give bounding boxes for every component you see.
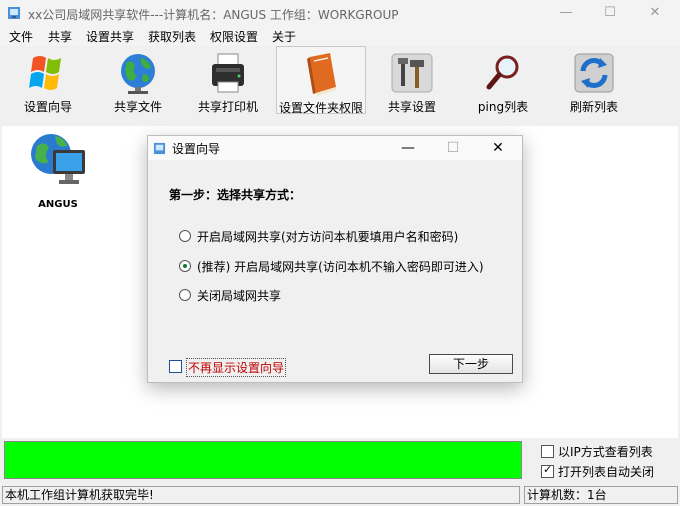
checkbox-box[interactable] [169,360,182,373]
dialog-maximize-button[interactable]: ☐ [431,136,475,160]
windows-logo-icon [29,56,61,90]
title-bar: xx公司局域网共享软件---计算机名：ANGUS 工作组：WORKGROUP —… [0,0,680,26]
radio-circle[interactable] [179,230,191,242]
dialog-minimize-button[interactable]: — [386,136,430,160]
option-share-no-password[interactable]: (推荐) 开启局域网共享(访问本机不输入密码即可进入) [179,258,509,274]
toolbar-label: 设置文件夹权限 [278,101,363,115]
step-heading: 第一步：选择共享方式： [169,188,302,202]
checkbox-box[interactable] [541,445,554,458]
progress-fill [5,442,521,478]
ping-list-button[interactable]: ping列表 [468,46,538,116]
computer-item[interactable]: ANGUS [22,130,94,210]
globe-icon [121,54,155,94]
radio-circle[interactable] [179,289,191,301]
maximize-button[interactable]: ☐ [587,0,633,26]
book-icon [307,53,337,96]
folder-permission-button[interactable]: 设置文件夹权限 [276,46,366,115]
dialog-title: 设置向导 [172,142,221,156]
dialog-close-button[interactable]: ✕ [476,136,520,160]
share-settings-button[interactable]: 共享设置 [378,46,446,116]
status-message: 本机工作组计算机获取完毕! [2,486,520,504]
toolbar: 设置向导 共享文件 共享打印机 设置文件夹权限 共享设置 ping列表 刷新列表 [0,46,680,126]
dont-show-again-checkbox[interactable]: 不再显示设置向导 [169,358,329,377]
printer-icon [212,53,244,93]
option-label: 关闭局域网共享 [197,289,282,303]
toolbar-label: 共享打印机 [197,100,258,114]
menu-permissions[interactable]: 权限设置 [210,28,258,45]
checkbox-label: 不再显示设置向导 [186,358,287,377]
toolbar-label: 共享文件 [113,100,162,114]
checkbox-box-checked[interactable] [541,463,554,478]
computer-name: ANGUS [38,199,78,210]
progress-bar [4,441,522,479]
magnifier-icon [486,55,519,90]
checkbox-label: 以IP方式查看列表 [558,445,653,459]
toolbar-label: ping列表 [477,100,529,114]
status-bar: 本机工作组计算机获取完毕! 计算机数：1台 [0,484,680,506]
tools-icon [391,53,433,93]
menu-share-settings[interactable]: 设置共享 [86,28,134,45]
share-printer-button[interactable]: 共享打印机 [194,46,262,116]
refresh-icon [574,53,614,93]
close-button[interactable]: ✕ [632,0,678,26]
toolbar-label: 设置向导 [23,100,72,114]
menu-bar: 文件 共享 设置共享 获取列表 权限设置 关于 [0,26,680,46]
menu-file[interactable]: 文件 [9,28,33,45]
dialog-app-icon [153,142,166,155]
computer-count: 计算机数：1台 [524,486,678,504]
menu-share[interactable]: 共享 [48,28,72,45]
share-file-button[interactable]: 共享文件 [104,46,172,116]
option-label: (推荐) 开启局域网共享(访问本机不输入密码即可进入) [197,260,484,274]
window-title: xx公司局域网共享软件---计算机名：ANGUS 工作组：WORKGROUP [28,8,399,22]
auto-close-list-checkbox[interactable]: 打开列表自动关闭 [541,463,680,479]
minimize-button[interactable]: — [543,0,589,26]
menu-get-list[interactable]: 获取列表 [148,28,196,45]
setup-wizard-button[interactable]: 设置向导 [14,46,82,116]
checkbox-label: 打开列表自动关闭 [558,465,655,479]
option-disable-share[interactable]: 关闭局域网共享 [179,287,509,303]
next-button[interactable]: 下一步 [429,354,513,374]
option-label: 开启局域网共享(对方访问本机要填用户名和密码) [197,230,459,244]
refresh-list-button[interactable]: 刷新列表 [560,46,628,116]
setup-wizard-dialog: 设置向导 — ☐ ✕ 第一步：选择共享方式： 开启局域网共享(对方访问本机要填用… [147,135,523,383]
app-icon [8,7,20,19]
menu-about[interactable]: 关于 [272,28,296,45]
view-by-ip-checkbox[interactable]: 以IP方式查看列表 [541,443,680,459]
toolbar-label: 共享设置 [387,100,436,114]
option-share-with-password[interactable]: 开启局域网共享(对方访问本机要填用户名和密码) [179,228,509,244]
radio-circle-selected[interactable] [179,260,191,272]
toolbar-label: 刷新列表 [569,100,618,114]
network-computer-icon [31,134,85,184]
dialog-title-bar: 设置向导 — ☐ ✕ [148,136,522,160]
